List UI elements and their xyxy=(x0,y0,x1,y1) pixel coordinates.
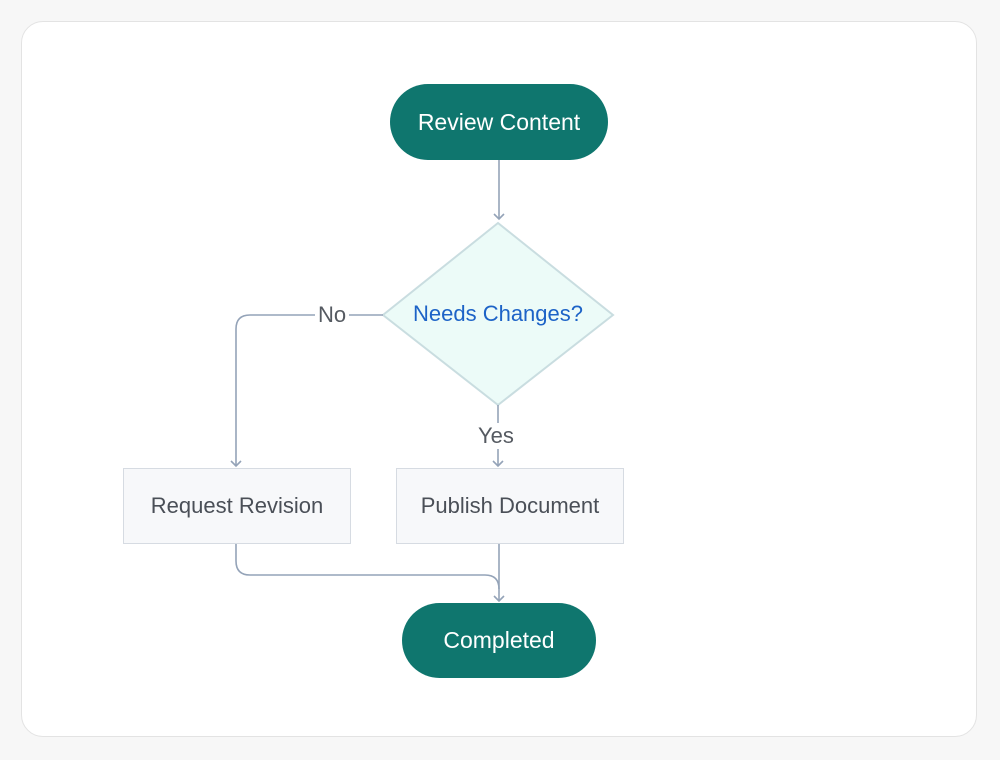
completed-node-label: Completed xyxy=(443,627,555,653)
edge-label-yes: Yes xyxy=(475,423,517,449)
edge-revision-to-merge xyxy=(235,544,500,590)
publish-document-label: Publish Document xyxy=(420,493,600,518)
edge-label-no: No xyxy=(315,302,350,328)
start-node-label: Review Content xyxy=(417,108,581,135)
request-revision-node: Request Revision xyxy=(123,468,351,544)
request-revision-label: Request Revision xyxy=(150,493,324,518)
completed-node: Completed xyxy=(402,603,596,678)
decision-node-label: Needs Changes? xyxy=(412,301,583,326)
start-node: Review Content xyxy=(390,84,608,160)
publish-document-node: Publish Document xyxy=(396,468,624,544)
edge-no-to-revision xyxy=(230,314,383,468)
